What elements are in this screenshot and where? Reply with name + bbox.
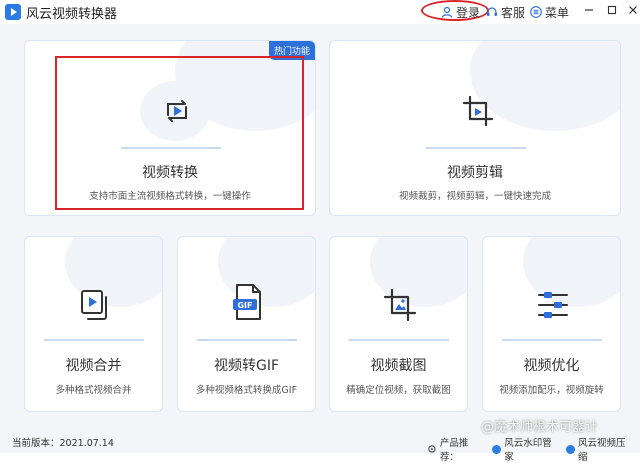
login-button[interactable]: 登录 xyxy=(441,3,480,21)
app-title: 风云视频转换器 xyxy=(26,7,118,22)
minimize-button[interactable] xyxy=(580,3,598,21)
card-title: 视频优化 xyxy=(523,358,580,374)
card-title: 视频合并 xyxy=(65,358,122,374)
card-title: 视频剪辑 xyxy=(447,165,503,181)
login-label: 登录 xyxy=(456,5,481,20)
card-desc: 支持市面主流视频格式转换，一键操作 xyxy=(89,191,251,202)
card-title: 视频转换 xyxy=(142,165,198,181)
crop-icon xyxy=(462,95,494,127)
watermark-app-icon xyxy=(492,444,502,454)
hot-feature-badge: 热门功能 xyxy=(268,41,315,60)
card-desc: 视频添加配乐，视频旋转 xyxy=(499,385,604,396)
promo-link-watermark[interactable]: 风云水印管家 xyxy=(504,435,560,463)
merge-icon xyxy=(81,290,107,320)
title-bar: 风云视频转换器 登录 客服 菜单 xyxy=(0,0,640,24)
close-button[interactable] xyxy=(624,3,640,21)
card-desc: 多种视频格式转换成GIF xyxy=(195,385,298,396)
card-video-cut[interactable]: 视频剪辑 视频裁剪，视频剪辑，一键快速完成 xyxy=(329,40,621,216)
version-text: 当前版本：2021.07.14 xyxy=(12,438,114,449)
minimize-icon xyxy=(585,9,593,11)
card-title: 视频截图 xyxy=(370,358,427,374)
menu-icon xyxy=(530,6,542,18)
card-desc: 精确定位视频，获取截图 xyxy=(346,385,451,396)
card-desc: 多种格式视频合并 xyxy=(55,385,132,396)
service-label: 客服 xyxy=(501,5,526,20)
menu-button[interactable]: 菜单 xyxy=(530,3,569,21)
svg-text:GIF: GIF xyxy=(237,301,252,310)
card-video-screenshot[interactable]: 视频截图 精确定位视频，获取截图 xyxy=(329,236,468,412)
promo-link-compress[interactable]: 风云视频压缩 xyxy=(578,435,634,463)
maximize-icon xyxy=(607,5,617,15)
card-video-merge[interactable]: 视频合并 多种格式视频合并 xyxy=(24,236,163,412)
maximize-button[interactable] xyxy=(603,3,621,21)
user-icon xyxy=(441,6,453,18)
card-title: 视频转GIF xyxy=(213,358,280,374)
service-button[interactable]: 客服 xyxy=(486,3,525,21)
sliders-icon xyxy=(538,292,568,318)
convert-icon xyxy=(167,100,187,122)
gif-file-icon: GIF xyxy=(233,284,261,320)
close-icon xyxy=(629,6,637,14)
headset-icon xyxy=(487,7,497,16)
main-area: 热门功能 视频转换 支持市面主流视频格式转换，一键操作 视频剪辑 视频裁剪，视频… xyxy=(0,24,640,430)
compress-app-icon xyxy=(566,444,576,454)
product-recommend: 产品推荐： 风云水印管家 风云视频压缩 xyxy=(427,435,640,463)
menu-label: 菜单 xyxy=(545,5,570,20)
card-video-convert[interactable]: 热门功能 视频转换 支持市面主流视频格式转换，一键操作 xyxy=(24,40,316,216)
app-logo-icon xyxy=(5,4,21,20)
promo-label: 产品推荐： xyxy=(439,438,469,463)
card-desc: 视频裁剪，视频剪辑，一键快速完成 xyxy=(398,191,551,202)
card-video-to-gif[interactable]: GIF 视频转GIF 多种视频格式转换成GIF xyxy=(177,236,316,412)
card-video-optimize[interactable]: 视频优化 视频添加配乐，视频旋转 xyxy=(482,236,621,412)
watermark-text: @魔术师根术可器计 xyxy=(481,420,599,435)
screenshot-icon xyxy=(383,288,417,322)
